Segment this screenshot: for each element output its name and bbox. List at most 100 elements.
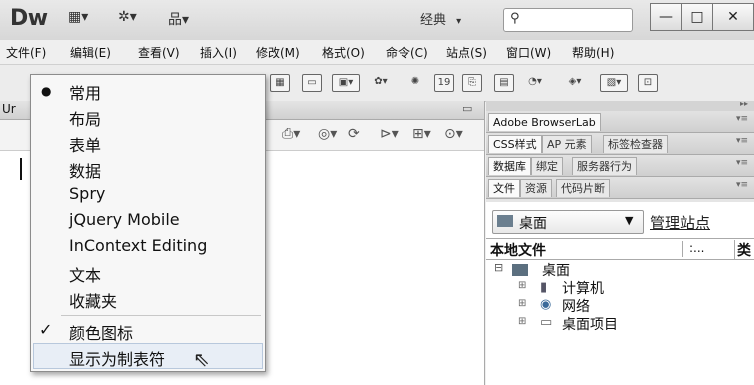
preview-icon[interactable]: ◎▾	[318, 126, 337, 142]
menu-help[interactable]: 帮助(H)	[572, 44, 614, 61]
workspace-layout-dropdown[interactable]: 经典 ▾	[420, 9, 461, 28]
collapse-tree-icon[interactable]: ⊟	[494, 261, 503, 274]
title-bar	[0, 0, 754, 41]
validate-icon[interactable]: ⊙▾	[444, 126, 463, 142]
widget-icon[interactable]: ✺	[406, 74, 424, 90]
extensions-dropdown-icon[interactable]: ✲▾	[118, 9, 137, 25]
expand-tree-icon[interactable]: ⊞	[518, 298, 526, 309]
head-dropdown-icon[interactable]: ◔▾	[522, 74, 548, 90]
menu-item-text[interactable]: 文本	[69, 262, 101, 286]
desktop-icon	[512, 264, 528, 276]
search-icon: ⚲	[510, 11, 520, 26]
script-dropdown-icon[interactable]: ◈▾	[560, 74, 590, 90]
menu-separator	[61, 315, 261, 316]
expand-tree-icon[interactable]: ⊞	[518, 316, 526, 327]
tree-item-computer[interactable]: 计算机	[562, 278, 604, 298]
tab-bindings[interactable]: 绑定	[531, 157, 563, 175]
size-header[interactable]: :...	[682, 241, 705, 257]
folder-icon: ▭	[540, 315, 553, 330]
insert-category-menu: ● 常用 布局 表单 数据 Spry jQuery Mobile InConte…	[30, 74, 266, 372]
selected-radio-icon: ●	[41, 84, 52, 98]
menu-item-spry[interactable]: Spry	[69, 184, 105, 203]
site-dropdown-icon[interactable]: 品▾	[168, 9, 189, 29]
tab-css-styles[interactable]: CSS样式	[488, 135, 542, 153]
minimize-button[interactable]: —	[650, 3, 682, 31]
menu-item-jquery-mobile[interactable]: jQuery Mobile	[69, 210, 180, 229]
server-include-icon[interactable]: ⎘	[462, 74, 482, 92]
visual-aids-icon[interactable]: ⊞▾	[412, 126, 431, 142]
tree-root-desktop[interactable]: 桌面	[542, 260, 570, 280]
close-button[interactable]: ✕	[712, 3, 754, 31]
refresh-icon[interactable]: ⟳	[348, 126, 360, 142]
menu-edit[interactable]: 编辑(E)	[70, 44, 111, 61]
css-panel-row: CSS样式 AP 元素 标签检查器 ▾≡	[486, 133, 754, 155]
site-location-dropdown[interactable]: 桌面 ▼	[492, 210, 644, 234]
tab-browserlab[interactable]: Adobe BrowserLab	[488, 113, 601, 131]
media-dropdown-icon[interactable]: ✿▾	[368, 74, 394, 90]
tab-ap-elements[interactable]: AP 元素	[542, 135, 592, 153]
network-icon: ◉	[540, 297, 552, 312]
table-icon[interactable]: ▦	[270, 74, 290, 92]
tab-tag-inspector[interactable]: 标签检查器	[603, 135, 668, 153]
menu-item-color-icons[interactable]: 颜色图标	[69, 320, 133, 344]
menu-item-layout[interactable]: 布局	[69, 106, 101, 130]
data-panel-row: 数据库 绑定 服务器行为 ▾≡	[486, 155, 754, 177]
document-tab[interactable]: Ur	[2, 102, 16, 116]
tab-server-behaviors[interactable]: 服务器行为	[572, 157, 637, 175]
menu-modify[interactable]: 修改(M)	[256, 44, 300, 61]
local-files-header[interactable]: 本地文件	[490, 240, 546, 260]
menu-bar: 文件(F) 编辑(E) 查看(V) 插入(I) 修改(M) 格式(O) 命令(C…	[0, 40, 754, 65]
menu-item-incontext-editing[interactable]: InContext Editing	[69, 236, 207, 255]
panel-menu-icon[interactable]: ▾≡	[736, 180, 748, 190]
restore-icon[interactable]: ▭	[462, 102, 472, 115]
computer-icon: ▮	[540, 280, 548, 295]
menu-site[interactable]: 站点(S)	[446, 44, 487, 61]
files-header-row: 本地文件 :... 类	[486, 238, 754, 260]
menu-format[interactable]: 格式(O)	[322, 44, 365, 61]
tag-chooser-icon[interactable]: ⊡	[638, 74, 658, 92]
tab-assets[interactable]: 资源	[520, 179, 552, 197]
site-location-value: 桌面	[519, 216, 547, 232]
templates-dropdown-icon[interactable]: ▧▾	[600, 74, 628, 92]
tree-item-network[interactable]: 网络	[562, 296, 590, 316]
desktop-icon	[497, 215, 513, 227]
files-panel: 桌面 ▼ 管理站点 本地文件 :... 类 ⊟ 桌面 ⊞ ▮ 计算机 ⊞ ◉ 网…	[486, 202, 754, 385]
collapse-icon[interactable]: ▸▸	[740, 99, 748, 108]
search-input[interactable]	[503, 8, 633, 32]
layer-icon[interactable]: ▭	[302, 74, 322, 92]
menu-item-common[interactable]: 常用	[69, 80, 101, 104]
tab-databases[interactable]: 数据库	[488, 157, 531, 175]
menu-view[interactable]: 查看(V)	[138, 44, 180, 61]
panel-menu-icon[interactable]: ▾≡	[736, 136, 748, 146]
browserlab-panel-row: Adobe BrowserLab ▾≡	[486, 111, 754, 133]
comment-icon[interactable]: ▤	[494, 74, 514, 92]
panel-menu-icon[interactable]: ▾≡	[736, 158, 748, 168]
menu-commands[interactable]: 命令(C)	[386, 44, 428, 61]
type-header[interactable]: 类	[734, 240, 751, 260]
image-dropdown-icon[interactable]: ▣▾	[332, 74, 360, 92]
menu-item-forms[interactable]: 表单	[69, 132, 101, 156]
menu-insert[interactable]: 插入(I)	[200, 44, 237, 61]
tab-snippets[interactable]: 代码片断	[556, 179, 610, 197]
date-icon[interactable]: 19	[434, 74, 454, 92]
panel-menu-icon[interactable]: ▾≡	[736, 114, 748, 124]
menu-item-show-as-tabs[interactable]: 显示为制表符	[69, 346, 165, 370]
view-options-icon[interactable]: ⊳▾	[380, 126, 399, 142]
files-panel-row: 文件 资源 代码片断 ▾≡	[486, 177, 754, 199]
dw-logo: Dw	[10, 6, 48, 31]
manage-sites-link[interactable]: 管理站点	[650, 212, 710, 233]
maximize-button[interactable]: □	[681, 3, 713, 31]
menu-window[interactable]: 窗口(W)	[506, 44, 551, 61]
tree-item-desktop-items[interactable]: 桌面项目	[562, 314, 618, 334]
chevron-down-icon: ▾	[456, 16, 462, 27]
workspace-layout-label: 经典	[420, 13, 447, 28]
menu-item-favorites[interactable]: 收藏夹	[69, 288, 117, 312]
file-management-icon[interactable]: ⎙▾	[282, 126, 300, 142]
expand-tree-icon[interactable]: ⊞	[518, 280, 526, 291]
mouse-cursor-icon: ⇖	[193, 347, 210, 371]
layout-dropdown-icon[interactable]: ▦▾	[68, 9, 88, 25]
menu-item-data[interactable]: 数据	[69, 158, 101, 182]
tab-files[interactable]: 文件	[488, 179, 520, 197]
text-caret	[20, 158, 22, 180]
menu-file[interactable]: 文件(F)	[6, 44, 46, 61]
